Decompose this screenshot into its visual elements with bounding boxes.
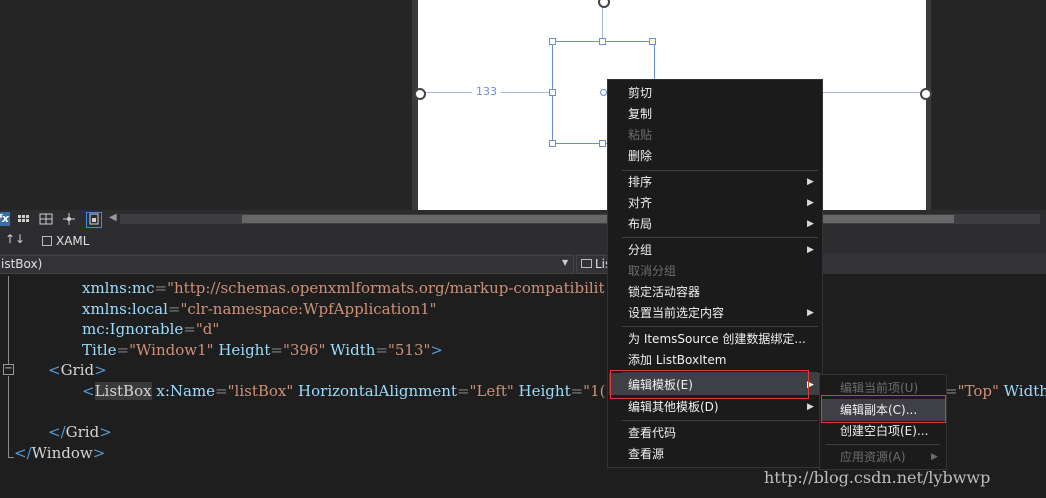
collapse-icon[interactable]: − (3, 364, 14, 375)
resize-handle-l[interactable] (549, 89, 556, 96)
menu-separator (622, 170, 818, 171)
menu-item-view-code[interactable]: 查看代码 (628, 423, 676, 443)
resize-handle-bl[interactable] (549, 140, 556, 147)
submenu-arrow-icon: ▶ (807, 177, 814, 187)
annotation-highlight-box (821, 395, 946, 423)
resize-handle-b[interactable] (599, 140, 606, 147)
resize-handle-tl[interactable] (549, 38, 556, 45)
center-handle[interactable] (600, 89, 607, 96)
swap-panes-button[interactable]: ↑↓ (5, 232, 25, 246)
tab-xaml[interactable]: XAML (42, 234, 89, 248)
code-line: Title="Window1" Height="396" Width="513"… (82, 341, 443, 359)
menu-item-add-listboxitem[interactable]: 添加 ListBoxItem (628, 350, 726, 370)
resize-handle-t[interactable] (599, 38, 606, 45)
code-line: </Grid> (48, 423, 112, 441)
submenu-arrow-icon: ▶ (807, 198, 814, 208)
code-line: </Window> (14, 444, 106, 462)
menu-item-paste: 粘贴 (628, 128, 653, 142)
chevron-down-icon[interactable]: ▼ (562, 258, 568, 267)
menu-item-align[interactable]: 对齐 (628, 193, 652, 213)
code-line: <Grid> (48, 361, 107, 379)
menu-item-lock-container[interactable]: 锁定活动容器 (628, 282, 700, 302)
context-menu: 剪切 复制 粘贴 删除 排序 ▶ 对齐 ▶ 布局 ▶ 分组 ▶ 取消分组 锁定活… (607, 79, 823, 468)
fold-guide (8, 276, 9, 366)
code-line: mc:Ignorable="d" (82, 320, 220, 338)
menu-item-copy[interactable]: 复制 (628, 104, 652, 124)
menu-item-ungroup: 取消分组 (628, 264, 677, 278)
element-combo-value: istBox) (1, 257, 43, 271)
menu-item-group[interactable]: 分组 (628, 240, 652, 260)
document-icon[interactable] (86, 212, 102, 228)
menu-item-bind-items-source[interactable]: 为 ItemsSource 创建数据绑定... (628, 329, 806, 349)
listbox-icon (581, 259, 592, 268)
horizontal-scroll-thumb[interactable] (242, 215, 954, 223)
menu-separator (622, 420, 818, 421)
submenu-item-apply-resource: 应用资源(A) (840, 450, 906, 464)
resize-handle-tr[interactable] (649, 38, 656, 45)
menu-item-layout[interactable]: 布局 (628, 214, 652, 234)
submenu-arrow-icon: ▶ (931, 452, 938, 462)
submenu-arrow-icon: ▶ (807, 219, 814, 229)
left-margin-value: 133 (472, 85, 501, 98)
menu-item-view-source[interactable]: 查看源 (628, 444, 664, 464)
menu-separator (622, 326, 818, 327)
element-combo-box[interactable]: istBox) (0, 255, 574, 274)
snap-grid-icon[interactable] (39, 212, 53, 226)
submenu-arrow-icon: ▶ (807, 308, 814, 318)
submenu-arrow-icon: ▶ (807, 402, 814, 412)
left-anchor-icon[interactable] (414, 88, 426, 100)
code-line: xmlns:mc="http://schemas.openxmlformats.… (82, 279, 605, 297)
xaml-icon (42, 236, 52, 246)
menu-separator (826, 444, 940, 445)
fold-guide (8, 376, 9, 458)
fx-button[interactable]: fx (0, 212, 10, 226)
menu-item-edit-other-templates[interactable]: 编辑其他模板(D) (628, 397, 719, 417)
fold-guide-end (8, 457, 14, 458)
menu-item-delete[interactable]: 删除 (628, 146, 652, 166)
code-line: <ListBox x:Name="listBox" HorizontalAlig… (82, 382, 606, 400)
menu-item-order[interactable]: 排序 (628, 172, 652, 192)
code-line: xmlns:local="clr-namespace:WpfApplicatio… (82, 300, 437, 318)
snap-lines-icon[interactable] (62, 212, 76, 226)
menu-item-set-selection[interactable]: 设置当前选定内容 (628, 303, 724, 323)
menu-separator (622, 237, 818, 238)
submenu-item-create-empty[interactable]: 创建空白项(E)... (840, 421, 928, 441)
scroll-left-icon[interactable]: ◀ (109, 212, 117, 223)
menu-item-cut[interactable]: 剪切 (628, 83, 652, 103)
right-anchor-icon[interactable] (920, 88, 932, 100)
annotation-highlight-box (610, 370, 809, 399)
watermark: http://blog.csdn.net/lybwwp (764, 468, 991, 487)
grid-icon[interactable] (17, 212, 31, 226)
tab-xaml-label: XAML (56, 234, 90, 248)
submenu-arrow-icon: ▶ (807, 245, 814, 255)
code-line-tail: ="Top" Width (945, 382, 1046, 400)
view-tabs-bar (0, 228, 1046, 255)
canvas-border-right (926, 0, 931, 210)
